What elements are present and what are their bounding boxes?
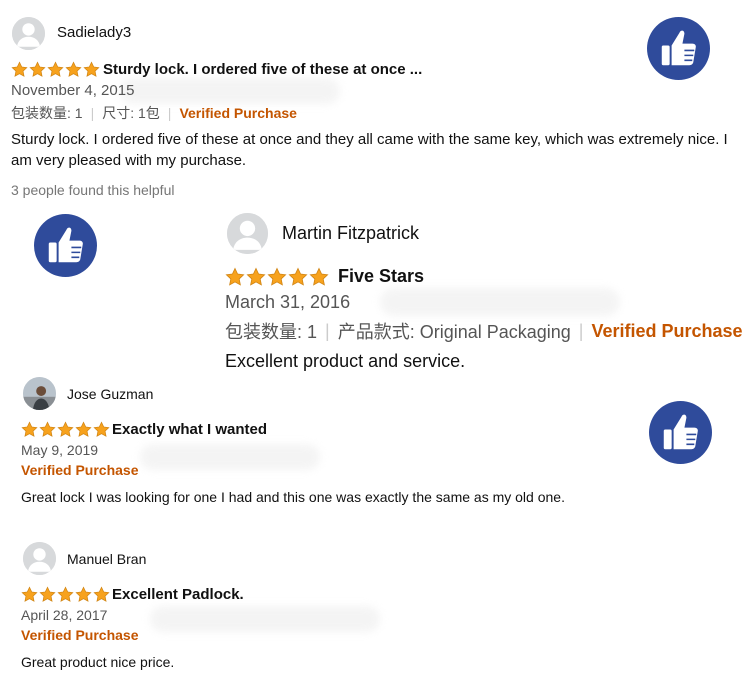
review-date: April 28, 2017 — [21, 607, 108, 623]
star-icon — [39, 586, 56, 603]
review-4: Manuel Bran Excellent Padlock. April 28,… — [0, 0, 750, 681]
review-body: Great product nice price. — [21, 654, 175, 670]
reviewer-name[interactable]: Manuel Bran — [67, 551, 146, 567]
verified-purchase-badge: Verified Purchase — [21, 627, 139, 643]
star-icon — [57, 586, 74, 603]
star-icon — [75, 586, 92, 603]
default-avatar-icon[interactable] — [23, 542, 56, 575]
review-title[interactable]: Excellent Padlock. — [112, 586, 244, 603]
star-icon — [93, 586, 110, 603]
star-icon — [21, 586, 38, 603]
star-rating — [21, 586, 111, 603]
